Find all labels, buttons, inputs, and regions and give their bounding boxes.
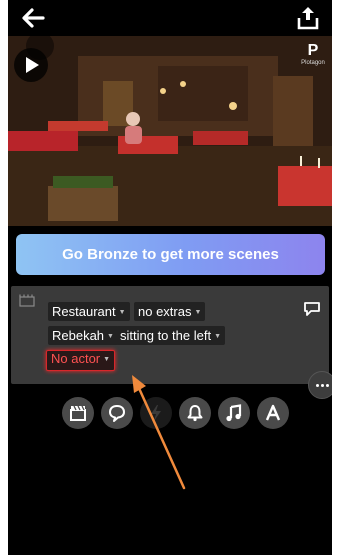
position-value: sitting to the left bbox=[120, 328, 212, 343]
clapperboard-icon bbox=[70, 405, 86, 421]
top-bar bbox=[8, 0, 332, 36]
dot bbox=[326, 384, 329, 387]
play-button[interactable] bbox=[14, 48, 48, 82]
caret-down-icon: ▼ bbox=[107, 333, 114, 340]
back-arrow-icon[interactable] bbox=[22, 8, 46, 28]
actor-dropdown[interactable]: No actor ▼ bbox=[46, 350, 116, 371]
caret-down-icon: ▼ bbox=[118, 309, 126, 316]
dot bbox=[316, 384, 319, 387]
caret-down-icon: ▼ bbox=[214, 333, 221, 340]
extras-dropdown[interactable]: no extras ▼ bbox=[134, 302, 206, 321]
phone-screen: P Plotagon Go Bronze to get more scenes … bbox=[8, 0, 332, 555]
character-dropdown[interactable]: Rebekah ▼ bbox=[48, 326, 118, 345]
plotagon-watermark: P Plotagon bbox=[298, 42, 328, 72]
clapperboard-icon bbox=[19, 294, 35, 307]
watermark-text: Plotagon bbox=[301, 60, 325, 66]
add-scene-button[interactable] bbox=[62, 397, 94, 429]
actor-value: No actor bbox=[51, 351, 101, 366]
add-music-button[interactable] bbox=[218, 397, 250, 429]
location-value: Restaurant bbox=[52, 304, 116, 319]
share-upload-icon[interactable] bbox=[296, 5, 320, 31]
text-a-icon bbox=[265, 404, 281, 421]
watermark-logo: P bbox=[307, 42, 319, 59]
add-dialogue-icon[interactable] bbox=[303, 301, 321, 317]
dot bbox=[321, 384, 324, 387]
caret-down-icon: ▼ bbox=[103, 356, 111, 363]
extras-value: no extras bbox=[138, 304, 192, 319]
speech-bubble-icon bbox=[109, 405, 125, 422]
caret-down-icon: ▼ bbox=[194, 309, 202, 316]
add-dialogue-button[interactable] bbox=[101, 397, 133, 429]
bell-icon bbox=[187, 405, 203, 422]
play-icon bbox=[26, 57, 39, 73]
more-options-button[interactable] bbox=[308, 371, 332, 399]
scene-settings-panel: Restaurant ▼ no extras ▼ Rebekah ▼ sitting … bbox=[11, 286, 329, 384]
restaurant-scene-illustration bbox=[8, 36, 332, 226]
add-text-button[interactable] bbox=[257, 397, 289, 429]
lightning-icon bbox=[151, 405, 161, 421]
add-sound-effect-button[interactable] bbox=[179, 397, 211, 429]
location-dropdown[interactable]: Restaurant ▼ bbox=[48, 302, 130, 321]
music-note-icon bbox=[226, 404, 242, 422]
scene-preview: P Plotagon bbox=[8, 36, 332, 226]
position-dropdown[interactable]: sitting to the left ▼ bbox=[116, 326, 225, 345]
add-action-button bbox=[140, 397, 172, 429]
character-value: Rebekah bbox=[52, 328, 105, 343]
go-bronze-button[interactable]: Go Bronze to get more scenes bbox=[16, 234, 325, 275]
